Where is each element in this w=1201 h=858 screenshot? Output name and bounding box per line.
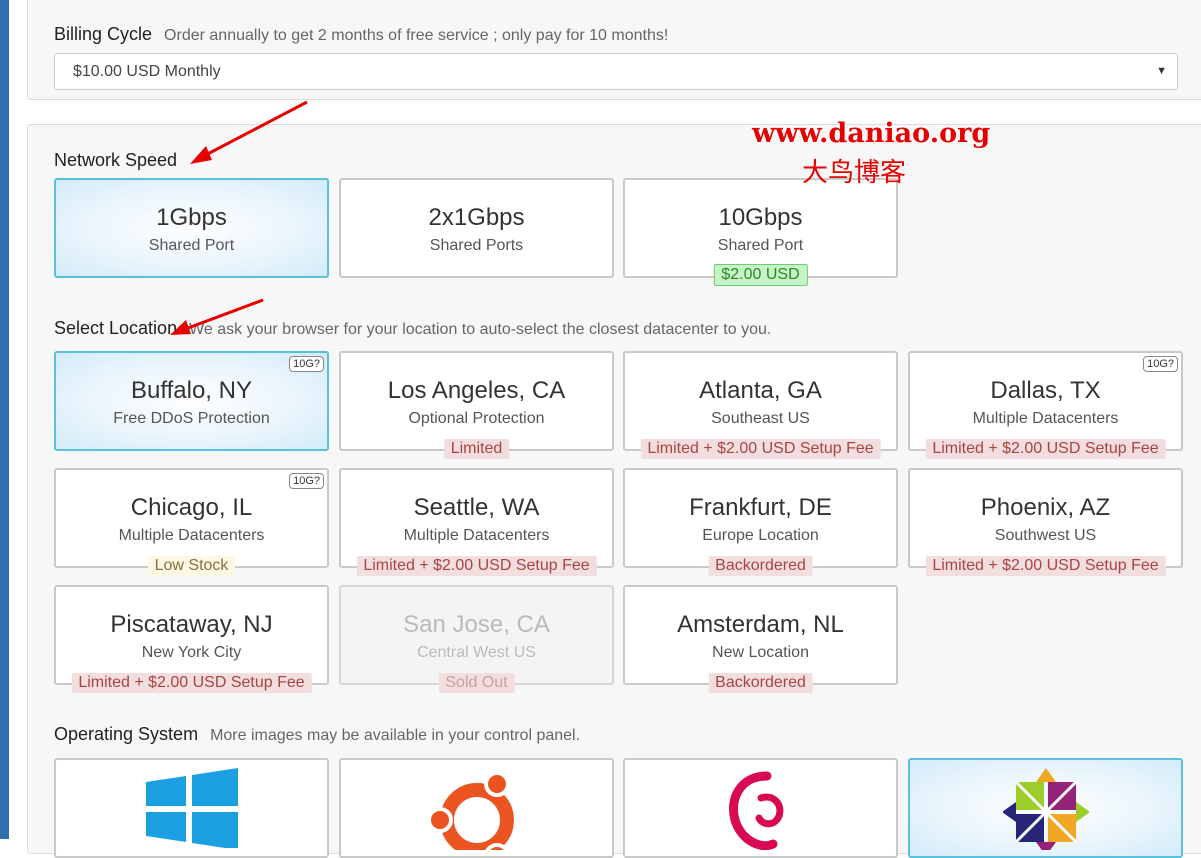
billing-cycle-hint: Order annually to get 2 months of free s… — [164, 27, 669, 44]
location-subtitle: Europe Location — [702, 527, 819, 544]
operating-system-heading: Operating System More images may be avail… — [54, 724, 580, 745]
location-title: Dallas, TX — [990, 377, 1101, 404]
location-option-frankfurt[interactable]: Frankfurt, DE Europe Location Backordere… — [623, 468, 898, 576]
location-option-los-angeles[interactable]: Los Angeles, CA Optional Protection Limi… — [339, 351, 614, 459]
stock-badge: Limited + $2.00 USD Setup Fee — [356, 556, 597, 576]
location-option-atlanta[interactable]: Atlanta, GA Southeast US Limited + $2.00… — [623, 351, 898, 459]
os-option-ubuntu[interactable] — [339, 758, 614, 858]
stock-badge: Backordered — [708, 673, 813, 693]
network-option-10gbps[interactable]: 10Gbps Shared Port $2.00 USD — [623, 178, 898, 286]
select-location-hint: We ask your browser for your location to… — [189, 321, 772, 338]
stock-badge: Limited + $2.00 USD Setup Fee — [71, 673, 312, 693]
location-subtitle: New York City — [141, 644, 242, 661]
watermark-url: www.daniao.org — [752, 118, 991, 149]
location-title: Piscataway, NJ — [110, 611, 273, 638]
location-option-amsterdam[interactable]: Amsterdam, NL New Location Backordered — [623, 585, 898, 693]
operating-system-title: Operating System — [54, 724, 199, 744]
location-title: Los Angeles, CA — [387, 377, 566, 404]
location-subtitle: Optional Protection — [408, 410, 545, 427]
windows-logo-icon — [145, 768, 238, 848]
stock-badge: Low Stock — [147, 556, 236, 576]
ubuntu-logo-icon — [426, 771, 514, 850]
location-option-seattle[interactable]: Seattle, WA Multiple Datacenters Limited… — [339, 468, 614, 576]
location-option-buffalo[interactable]: 10G? Buffalo, NY Free DDoS Protection — [54, 351, 329, 451]
network-speed-title: Network Speed — [54, 150, 178, 170]
location-title: Atlanta, GA — [699, 377, 822, 404]
stock-badge: Limited + $2.00 USD Setup Fee — [640, 439, 881, 459]
location-option-dallas[interactable]: 10G? Dallas, TX Multiple Datacenters Lim… — [908, 351, 1183, 459]
stock-badge: Backordered — [708, 556, 813, 576]
debian-logo-icon — [728, 771, 783, 850]
location-option-chicago[interactable]: 10G? Chicago, IL Multiple Datacenters Lo… — [54, 468, 329, 576]
location-title: San Jose, CA — [403, 611, 550, 638]
stock-badge: Limited + $2.00 USD Setup Fee — [925, 439, 1166, 459]
network-option-title: 2x1Gbps — [428, 204, 525, 231]
location-subtitle: Southwest US — [994, 527, 1097, 544]
location-title: Chicago, IL — [130, 494, 253, 521]
10g-indicator: 10G? — [289, 473, 324, 489]
stock-badge: Sold Out — [438, 673, 515, 693]
10g-indicator: 10G? — [289, 356, 324, 372]
location-title: Buffalo, NY — [131, 377, 252, 404]
os-option-centos[interactable] — [908, 758, 1183, 858]
network-option-subtitle: Shared Port — [717, 237, 804, 254]
network-option-1gbps[interactable]: 1Gbps Shared Port — [54, 178, 329, 278]
operating-system-hint: More images may be available in your con… — [210, 727, 581, 744]
watermark-name: 大鸟博客 — [802, 158, 907, 188]
10g-indicator: 10G? — [1143, 356, 1178, 372]
left-sidebar-stripe — [0, 0, 9, 839]
location-subtitle: Multiple Datacenters — [118, 527, 265, 544]
centos-logo-icon — [1002, 768, 1089, 850]
network-option-subtitle: Shared Ports — [429, 237, 524, 254]
location-subtitle: Multiple Datacenters — [972, 410, 1119, 427]
location-option-piscataway[interactable]: Piscataway, NJ New York City Limited + $… — [54, 585, 329, 693]
location-option-phoenix[interactable]: Phoenix, AZ Southwest US Limited + $2.00… — [908, 468, 1183, 576]
network-option-2x1gbps[interactable]: 2x1Gbps Shared Ports — [339, 178, 614, 278]
network-option-title: 10Gbps — [718, 204, 803, 231]
os-option-windows[interactable] — [54, 758, 329, 858]
stock-badge: Limited — [443, 439, 510, 459]
chevron-down-icon: ▼ — [1156, 65, 1167, 77]
location-title: Amsterdam, NL — [677, 611, 844, 638]
billing-cycle-selected-value: $10.00 USD Monthly — [73, 63, 221, 80]
location-option-san-jose: San Jose, CA Central West US Sold Out — [339, 585, 614, 693]
select-location-heading: Select Location We ask your browser for y… — [54, 318, 771, 339]
billing-cycle-heading: Billing Cycle Order annually to get 2 mon… — [54, 24, 668, 45]
location-subtitle: Southeast US — [711, 410, 810, 427]
network-option-subtitle: Shared Port — [148, 237, 235, 254]
location-title: Seattle, WA — [413, 494, 540, 521]
location-subtitle: Free DDoS Protection — [113, 410, 270, 427]
location-title: Phoenix, AZ — [980, 494, 1111, 521]
location-subtitle: New Location — [712, 644, 809, 661]
location-subtitle: Central West US — [417, 644, 536, 661]
location-title: Frankfurt, DE — [689, 494, 832, 521]
network-option-title: 1Gbps — [156, 204, 227, 231]
billing-cycle-title: Billing Cycle — [54, 24, 153, 44]
os-option-debian[interactable] — [623, 758, 898, 858]
watermark: www.daniao.org 大鸟博客 — [752, 118, 991, 188]
stock-badge: Limited + $2.00 USD Setup Fee — [925, 556, 1166, 576]
network-speed-heading: Network Speed — [54, 150, 177, 171]
location-subtitle: Multiple Datacenters — [403, 527, 550, 544]
price-badge: $2.00 USD — [713, 264, 808, 286]
billing-cycle-select[interactable]: $10.00 USD Monthly ▼ — [54, 53, 1178, 90]
select-location-title: Select Location — [54, 318, 178, 338]
